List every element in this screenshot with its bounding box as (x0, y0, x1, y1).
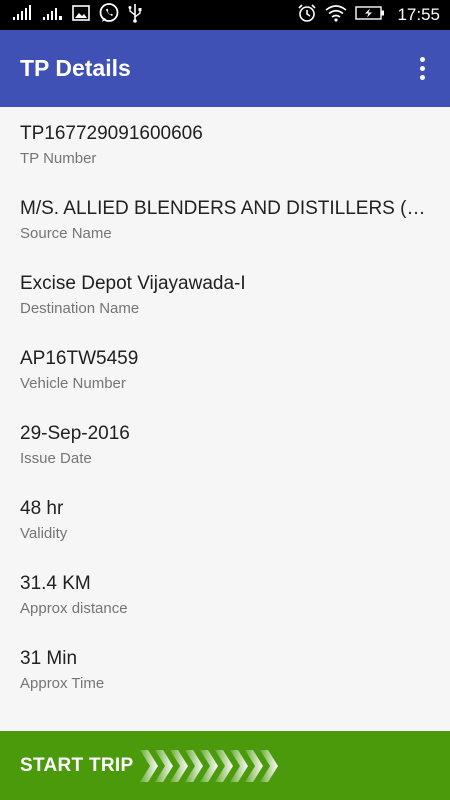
tp-number-label: TP Number (20, 150, 97, 167)
issue-date-value: 29-Sep-2016 (20, 423, 130, 444)
status-bar: 17:55 (0, 0, 450, 30)
approx-time-value: 31 Min (20, 648, 78, 669)
vehicle-number-field: AP16TW5459 Vehicle Number (20, 346, 430, 395)
app-bar: TP Details (0, 30, 450, 107)
issue-date-field: 29-Sep-2016 Issue Date (20, 421, 430, 470)
battery-icon (355, 5, 385, 26)
validity-label: Validity (20, 525, 68, 542)
vehicle-number-label: Vehicle Number (20, 375, 126, 392)
approx-distance-value: 31.4 KM (20, 573, 91, 594)
destination-name-field: Excise Depot Vijayawada-I Destination Na… (20, 271, 430, 320)
destination-name-value: Excise Depot Vijayawada-I (20, 273, 246, 294)
whatsapp-icon (98, 2, 120, 29)
validity-value: 48 hr (20, 498, 64, 519)
issue-date-label: Issue Date (20, 450, 92, 467)
source-name-label: Source Name (20, 225, 112, 242)
status-time: 17:55 (397, 5, 440, 24)
source-name-value: M/S. ALLIED BLENDERS AND DISTILLERS (P… (20, 198, 430, 219)
signal-bars-icon (12, 4, 34, 26)
details-list: TP167729091600606 TP Number M/S. ALLIED … (0, 107, 450, 731)
status-right-icons: 17:55 (297, 3, 440, 28)
approx-distance-label: Approx distance (20, 600, 128, 617)
chevrons-right-icon (140, 750, 278, 782)
start-trip-label: START TRIP (20, 754, 134, 776)
tp-number-value: TP167729091600606 (20, 123, 203, 144)
approx-time-label: Approx Time (20, 675, 105, 692)
destination-name-label: Destination Name (20, 300, 140, 317)
wifi-icon (325, 4, 347, 27)
start-trip-button[interactable]: START TRIP (0, 731, 450, 800)
approx-time-field: 31 Min Approx Time (20, 646, 430, 695)
image-icon (72, 4, 90, 26)
tp-number-field: TP167729091600606 TP Number (20, 121, 430, 170)
source-name-field: M/S. ALLIED BLENDERS AND DISTILLERS (P… … (20, 196, 430, 245)
alarm-icon (297, 3, 317, 28)
status-left-icons (12, 2, 142, 29)
validity-field: 48 hr Validity (20, 496, 430, 545)
page-title: TP Details (20, 55, 131, 81)
vehicle-number-value: AP16TW5459 (20, 348, 139, 369)
signal-bars-2-icon (42, 5, 64, 26)
approx-distance-field: 31.4 KM Approx distance (20, 571, 430, 620)
more-vert-icon[interactable] (410, 51, 434, 87)
usb-icon (128, 3, 142, 28)
